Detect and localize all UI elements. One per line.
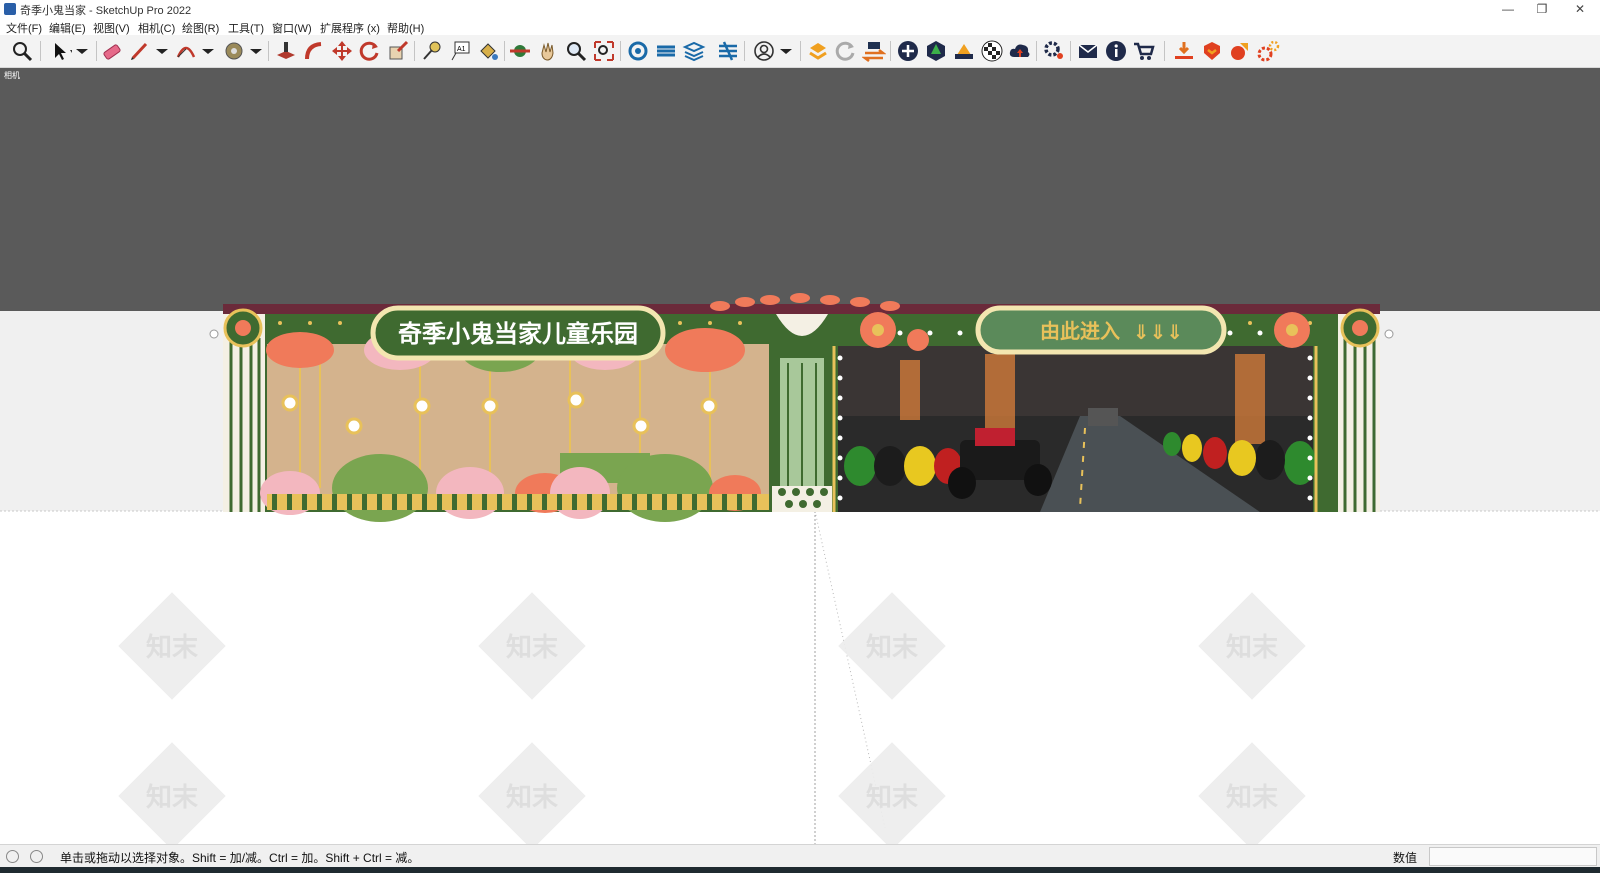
- modeling-viewport[interactable]: 奇季小鬼当家儿童乐园 由此进入 ⇓⇓⇓ 知末 知末 知末 知末 知末 知末 知末…: [0, 68, 1600, 844]
- taskbar-strip: [0, 867, 1600, 873]
- download-tray-icon[interactable]: [1172, 39, 1196, 63]
- warehouse-icon[interactable]: [626, 39, 650, 63]
- cart-icon[interactable]: [1132, 39, 1156, 63]
- watermark-text: 知末: [506, 783, 559, 813]
- title-bar: 奇季小鬼当家 - SketchUp Pro 2022 — ❐ ✕: [0, 0, 1600, 18]
- menu-file[interactable]: 文件(F): [6, 20, 42, 36]
- paint-bucket-icon[interactable]: [476, 39, 500, 63]
- scene-canvas: 奇季小鬼当家儿童乐园 由此进入 ⇓⇓⇓ 知末 知末 知末 知末 知末 知末 知末…: [0, 68, 1600, 844]
- menu-edit[interactable]: 编辑(E): [49, 20, 86, 36]
- layers-icon[interactable]: [682, 39, 706, 63]
- menu-tools[interactable]: 工具(T): [228, 20, 264, 36]
- shape-icon[interactable]: [222, 39, 246, 63]
- follow-me-icon[interactable]: [302, 39, 326, 63]
- status-bar: 单击或拖动以选择对象。Shift = 加/减。Ctrl = 加。Shift + …: [0, 844, 1600, 867]
- arc-icon[interactable]: [174, 39, 198, 63]
- move-icon[interactable]: [330, 39, 354, 63]
- plugin-gears-icon[interactable]: [1256, 39, 1280, 63]
- select-dropdown-chevron-down-icon[interactable]: [70, 39, 94, 63]
- zoom-icon[interactable]: [564, 39, 588, 63]
- orbit-icon[interactable]: [508, 39, 532, 63]
- settings-icon[interactable]: [1042, 39, 1066, 63]
- svg-text:A1: A1: [457, 46, 466, 53]
- account-icon[interactable]: [752, 39, 776, 63]
- watermark-text: 知末: [146, 633, 199, 663]
- menu-help[interactable]: 帮助(H): [387, 20, 424, 36]
- zoom-extents-icon[interactable]: [10, 39, 34, 63]
- geolocation-icon[interactable]: [6, 850, 19, 863]
- mail-icon[interactable]: [1076, 39, 1100, 63]
- layout-icon[interactable]: [806, 39, 830, 63]
- banner-arrows: ⇓⇓⇓: [1133, 320, 1183, 344]
- window-title: 奇季小鬼当家 - SketchUp Pro 2022: [20, 5, 192, 17]
- sandbox-icon[interactable]: [716, 39, 740, 63]
- menu-view[interactable]: 视图(V): [93, 20, 130, 36]
- watermark-text: 知末: [866, 633, 919, 663]
- arc-dropdown-chevron-down-icon[interactable]: [196, 39, 220, 63]
- menu-camera[interactable]: 相机(C): [138, 20, 175, 36]
- watermark-text: 知末: [506, 633, 559, 663]
- scene-tab-label[interactable]: 相机: [4, 70, 20, 81]
- pencil-dropdown-chevron-down-icon[interactable]: [150, 39, 174, 63]
- menu-draw[interactable]: 绘图(R): [182, 20, 219, 36]
- pan-icon[interactable]: [536, 39, 560, 63]
- menu-bar: 文件(F) 编辑(E) 视图(V) 相机(C) 绘图(R) 工具(T) 窗口(W…: [0, 18, 1600, 35]
- cloud-upload-icon[interactable]: [1008, 39, 1032, 63]
- select-icon[interactable]: [48, 39, 72, 63]
- info-icon[interactable]: [1104, 39, 1128, 63]
- refresh-icon[interactable]: [834, 39, 858, 63]
- main-toolbar: A1: [0, 35, 1600, 68]
- push-pull-icon[interactable]: [274, 39, 298, 63]
- pencil-line-icon[interactable]: [128, 39, 152, 63]
- zoom-window-icon[interactable]: [592, 39, 616, 63]
- rotate-icon[interactable]: [358, 39, 382, 63]
- status-prompt: 单击或拖动以选择对象。Shift = 加/减。Ctrl = 加。Shift + …: [60, 851, 420, 865]
- scale-icon[interactable]: [386, 39, 410, 63]
- plugin-shield-icon[interactable]: [1200, 39, 1224, 63]
- tree-icon[interactable]: [924, 39, 948, 63]
- menu-window[interactable]: 窗口(W): [272, 20, 312, 36]
- watermark-text: 知末: [1226, 633, 1279, 663]
- account-dropdown-chevron-down-icon[interactable]: [774, 39, 798, 63]
- watermark-text: 知末: [1226, 783, 1279, 813]
- plugin-rocket-icon[interactable]: [1228, 39, 1252, 63]
- transfer-icon[interactable]: [862, 39, 886, 63]
- banner-right-sign: 由此进入: [1040, 319, 1120, 343]
- section-icon[interactable]: [952, 39, 976, 63]
- text-icon[interactable]: A1: [448, 39, 472, 63]
- sketchup-app-icon: [4, 3, 16, 15]
- extension-icon[interactable]: [654, 39, 678, 63]
- restore-button[interactable]: ❐: [1526, 0, 1558, 18]
- banner-left-sign: 奇季小鬼当家儿童乐园: [398, 320, 638, 348]
- watermark-text: 知末: [146, 783, 199, 813]
- menu-extensions[interactable]: 扩展程序 (x): [320, 20, 380, 36]
- measurements-input[interactable]: [1429, 847, 1597, 866]
- checker-icon[interactable]: [980, 39, 1004, 63]
- info-status-icon[interactable]: [30, 850, 43, 863]
- close-button[interactable]: ✕: [1564, 0, 1596, 18]
- eraser-icon[interactable]: [100, 39, 124, 63]
- measurements-label: 数值: [1393, 851, 1418, 865]
- shape-dropdown-chevron-down-icon[interactable]: [244, 39, 268, 63]
- minimize-button[interactable]: —: [1492, 0, 1524, 18]
- add-circle-icon[interactable]: [896, 39, 920, 63]
- watermark-text: 知末: [866, 783, 919, 813]
- tape-measure-icon[interactable]: [420, 39, 444, 63]
